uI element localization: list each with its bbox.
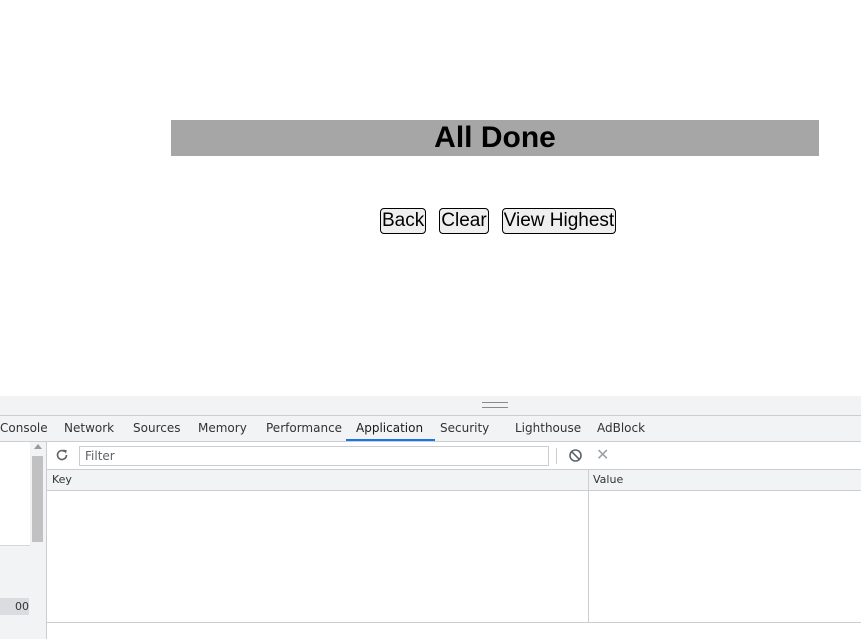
web-page-viewport: All Done Back Clear View Highest (0, 0, 861, 396)
storage-toolbar: ✕ (47, 442, 861, 470)
storage-table: Key Value (47, 470, 861, 639)
scroll-up-arrow-icon[interactable] (34, 444, 42, 449)
toolbar-divider (556, 448, 557, 464)
screen: All Done Back Clear View Highest Console… (0, 0, 861, 639)
tab-memory[interactable]: Memory (198, 416, 247, 441)
column-header-key[interactable]: Key (52, 470, 72, 490)
view-highest-button[interactable]: View Highest (501, 208, 617, 234)
page-heading: All Done (434, 121, 556, 154)
resize-handle-icon[interactable] (482, 402, 508, 408)
heading-bar: All Done (171, 120, 819, 156)
action-buttons: Back Clear View Highest (380, 208, 617, 234)
column-header-value[interactable]: Value (593, 470, 623, 490)
clear-button[interactable]: Clear (439, 208, 489, 234)
application-sidebar: 00 (0, 442, 47, 639)
tab-sources[interactable]: Sources (133, 416, 180, 441)
tab-performance[interactable]: Performance (266, 416, 342, 441)
table-header: Key Value (47, 470, 861, 491)
tab-application[interactable]: Application (345, 416, 436, 441)
sidebar-tree (0, 442, 30, 546)
sidebar-selected-row[interactable]: 00 (0, 598, 29, 615)
filter-input[interactable] (79, 446, 549, 466)
devtools-tab-bar: Console Network Sources Memory Performan… (0, 416, 861, 442)
sidebar-scrollbar[interactable] (30, 442, 46, 639)
tab-console[interactable]: Console (0, 416, 48, 441)
tab-network[interactable]: Network (64, 416, 114, 441)
column-divider[interactable] (588, 470, 589, 623)
table-bottom-border (47, 622, 861, 623)
refresh-icon[interactable] (55, 448, 69, 462)
tab-security[interactable]: Security (440, 416, 489, 441)
close-icon[interactable]: ✕ (596, 447, 609, 463)
block-icon[interactable] (568, 448, 583, 463)
scrollbar-thumb[interactable] (32, 456, 43, 542)
devtools-panel: Console Network Sources Memory Performan… (0, 396, 861, 639)
tab-adblock[interactable]: AdBlock (597, 416, 645, 441)
tab-lighthouse[interactable]: Lighthouse (515, 416, 581, 441)
back-button[interactable]: Back (380, 208, 427, 234)
devtools-resize-bar[interactable] (0, 396, 861, 416)
